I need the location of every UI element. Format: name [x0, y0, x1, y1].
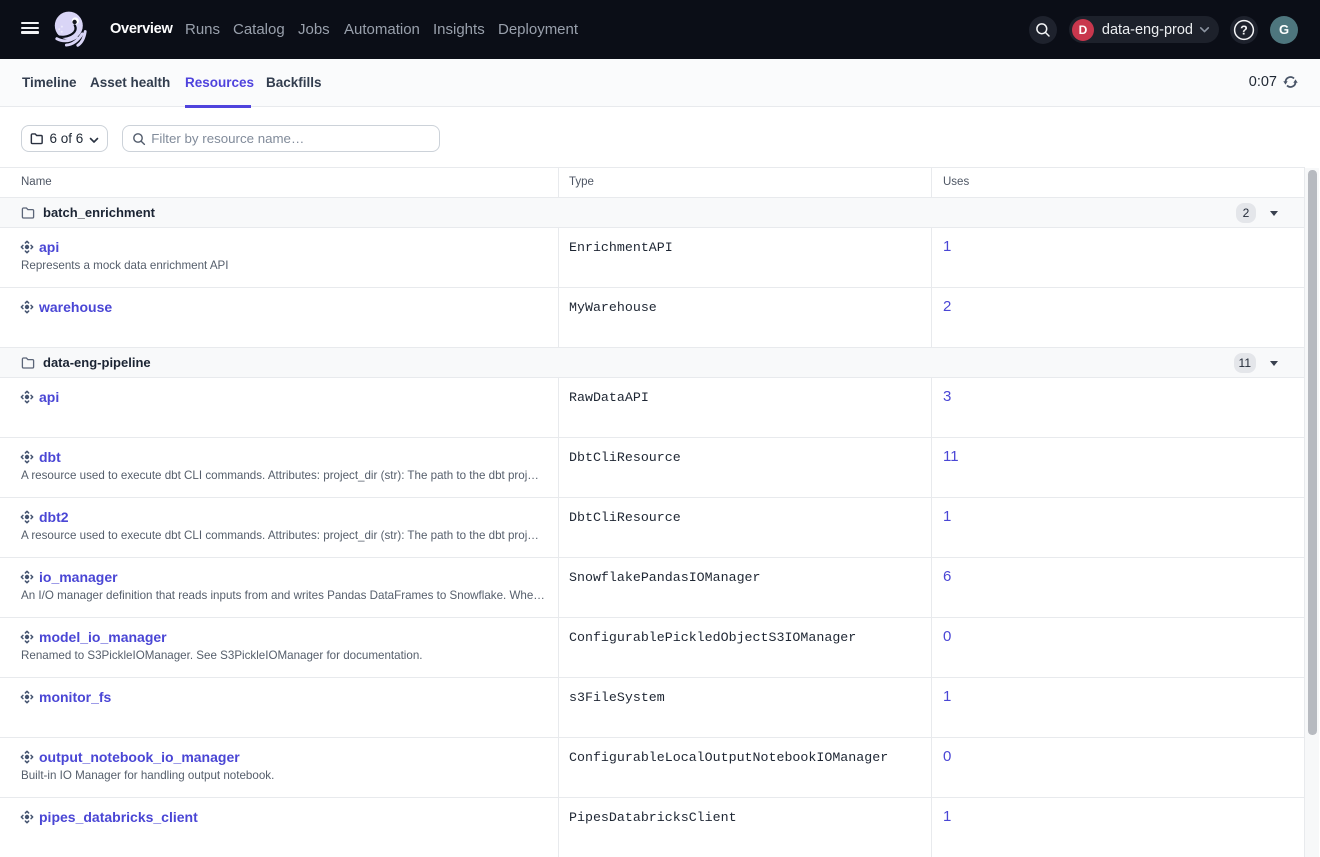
svg-text:?: ? — [1240, 23, 1248, 37]
